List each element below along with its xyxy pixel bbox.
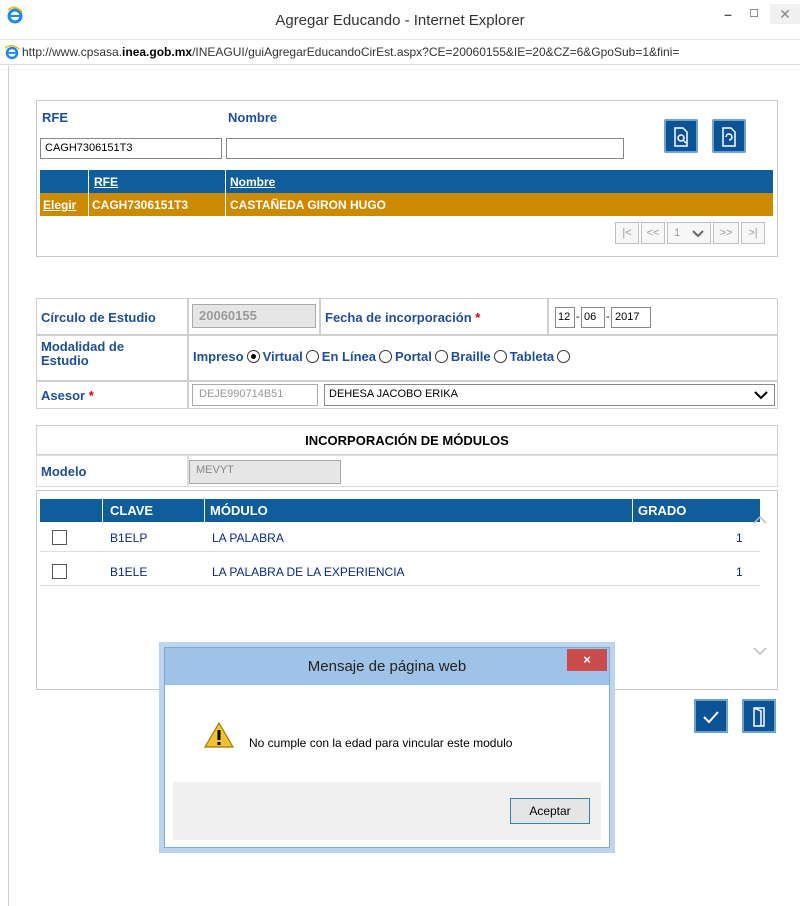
minimize-button[interactable]: – <box>715 4 741 24</box>
modulo-row[interactable]: B1ELE LA PALABRA DE LA EXPERIENCIA 1 <box>40 558 760 586</box>
nombre-label: Nombre <box>228 110 278 125</box>
radio-portal[interactable] <box>434 350 448 363</box>
url-text[interactable]: http://www.cpsasa.inea.gob.mx/INEAGUI/gu… <box>22 45 798 59</box>
dialog-title: Mensaje de página web <box>307 658 467 675</box>
modulo-grado: 1 <box>736 565 743 579</box>
nombre-sort-link[interactable]: Nombre <box>230 175 275 189</box>
asesor-select-value: DEHESA JACOBO ERIKA <box>329 388 458 400</box>
dialog-message: No cumple con la edad para vincular este… <box>249 736 513 750</box>
modelo-label-cell: Modelo <box>36 455 188 487</box>
pager-page-value: 1 <box>674 227 681 239</box>
modulo-grado: 1 <box>736 531 743 545</box>
pager-first-button[interactable]: |< <box>615 222 639 244</box>
modulo-row[interactable]: B1ELP LA PALABRA 1 <box>40 524 760 552</box>
pager-next-button[interactable]: >> <box>713 222 739 244</box>
pager-page-select[interactable]: 1 <box>667 222 711 244</box>
modulo-clave: B1ELE <box>110 565 148 579</box>
results-header: RFE Nombre <box>40 170 773 193</box>
modulos-section-title: INCORPORACIÓN DE MÓDULOS <box>305 433 509 448</box>
asesor-label-cell: Asesor * <box>36 381 188 409</box>
check-icon <box>703 711 719 724</box>
fecha-value-cell: 12 - 06 - 2017 <box>548 298 778 335</box>
fecha-year-input[interactable]: 2017 <box>611 307 651 328</box>
scroll-up-icon[interactable] <box>753 516 767 524</box>
circulo-label-cell: Círculo de Estudio <box>36 298 188 335</box>
dialog-titlebar: Mensaje de página web × <box>165 648 609 685</box>
pager-last-button[interactable]: >| <box>741 222 765 244</box>
asesor-rfe-field: DEJE990714B51 <box>192 384 318 406</box>
fecha-label-cell: Fecha de incorporación * <box>320 298 548 335</box>
warning-icon <box>203 721 235 748</box>
modulo-header: MÓDULO <box>210 503 268 518</box>
result-nombre: CASTAÑEDA GIRON HUGO <box>230 198 386 212</box>
results-row[interactable]: Elegir CAGH7306151T3 CASTAÑEDA GIRON HUG… <box>40 193 773 216</box>
modulos-table-header: CLAVE MÓDULO GRADO <box>40 499 760 522</box>
circulo-label: Círculo de Estudio <box>41 310 156 325</box>
refresh-button[interactable] <box>712 119 746 153</box>
window-titlebar: Agregar Educando - Internet Explorer – ☐… <box>0 0 800 40</box>
fecha-month-input[interactable]: 06 <box>581 307 605 328</box>
modalidad-options-cell: Impreso Virtual En Línea Portal Braille Table… <box>188 335 778 381</box>
dialog-close-button[interactable]: × <box>567 649 607 671</box>
radio-tableta[interactable] <box>557 350 571 363</box>
maximize-button[interactable]: ☐ <box>741 4 767 24</box>
modalidad-label-cell: Modalidad de Estudio <box>36 335 188 381</box>
pager-prev-button[interactable]: << <box>641 222 665 244</box>
accept-check-button[interactable] <box>694 699 728 733</box>
modulo-clave: B1ELP <box>110 531 148 545</box>
circulo-field: 20060155 <box>192 304 316 328</box>
modalidad-radio-group: Impreso Virtual En Línea Portal Braille Table… <box>193 349 573 364</box>
door-icon <box>753 707 765 727</box>
chevron-down-icon <box>692 230 704 238</box>
rfe-label: RFE <box>42 110 68 125</box>
modulo-checkbox[interactable] <box>52 564 67 579</box>
clave-header: CLAVE <box>110 503 154 518</box>
radio-portal-label: Portal <box>394 349 432 364</box>
modulo-nombre: LA PALABRA <box>212 531 284 545</box>
exit-door-button[interactable] <box>742 699 776 733</box>
radio-enlinea[interactable] <box>378 350 392 363</box>
modelo-value-cell: MEVYT <box>188 455 778 487</box>
result-rfe: CAGH7306151T3 <box>92 198 189 212</box>
rfe-sort-link[interactable]: RFE <box>94 175 118 189</box>
nombre-search-input[interactable] <box>226 138 624 159</box>
radio-impreso-label: Impreso <box>193 349 244 364</box>
address-bar[interactable]: http://www.cpsasa.inea.gob.mx/INEAGUI/gu… <box>0 40 800 65</box>
radio-braille[interactable] <box>493 350 507 363</box>
modulo-nombre: LA PALABRA DE LA EXPERIENCIA <box>212 565 405 579</box>
radio-tableta-label: Tableta <box>509 349 555 364</box>
window-title: Agregar Educando - Internet Explorer <box>275 12 525 29</box>
search-doc-icon <box>674 127 688 147</box>
fecha-label: Fecha de incorporación * <box>325 310 481 325</box>
required-mark: * <box>475 310 481 325</box>
circulo-value-cell: 20060155 <box>188 298 320 335</box>
modulos-scrollbar[interactable] <box>752 510 768 660</box>
radio-enlinea-label: En Línea <box>321 349 376 364</box>
radio-braille-label: Braille <box>450 349 491 364</box>
scroll-down-icon[interactable] <box>753 647 767 655</box>
message-dialog: Mensaje de página web × No cumple con la… <box>164 647 610 848</box>
radio-virtual-label: Virtual <box>262 349 303 364</box>
dialog-body <box>173 685 601 782</box>
grado-header: GRADO <box>638 503 687 518</box>
fecha-day-input[interactable]: 12 <box>555 307 575 328</box>
elegir-link[interactable]: Elegir <box>43 198 76 212</box>
modalidad-label: Modalidad de Estudio <box>41 339 125 368</box>
modulo-checkbox[interactable] <box>52 530 67 545</box>
asesor-label: Asesor * <box>41 388 94 403</box>
ie-page-icon <box>4 45 20 60</box>
dialog-ok-button[interactable]: Aceptar <box>510 798 590 824</box>
refresh-icon <box>722 127 736 147</box>
chevron-down-icon <box>754 391 768 400</box>
search-button[interactable] <box>664 119 698 153</box>
window-close-button[interactable]: ✕ <box>770 4 800 24</box>
modulos-section-header: INCORPORACIÓN DE MÓDULOS <box>36 425 778 455</box>
rfe-search-input[interactable]: CAGH7306151T3 <box>40 138 222 159</box>
radio-virtual[interactable] <box>305 350 319 363</box>
modelo-label: Modelo <box>41 464 87 479</box>
radio-impreso[interactable] <box>246 350 260 363</box>
asesor-select[interactable]: DEHESA JACOBO ERIKA <box>324 384 775 406</box>
modelo-field: MEVYT <box>189 460 341 484</box>
asesor-value-cell: DEJE990714B51 DEHESA JACOBO ERIKA <box>188 381 778 409</box>
